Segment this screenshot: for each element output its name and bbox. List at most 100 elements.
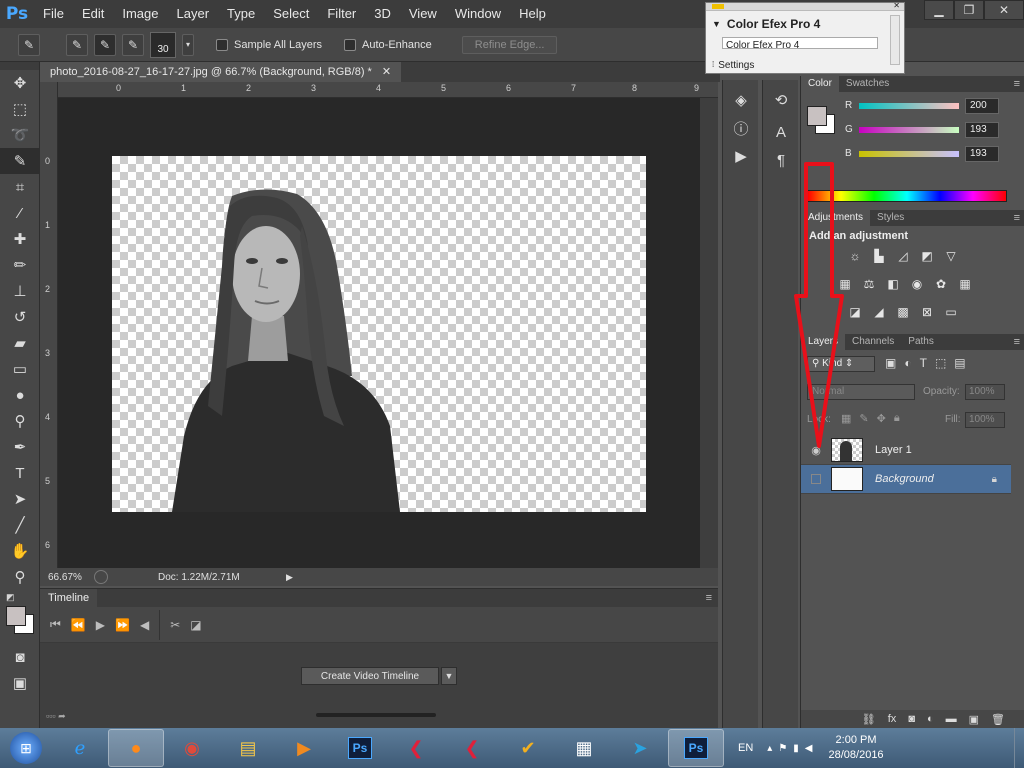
minimize-button[interactable]: ▁: [924, 0, 954, 20]
link-layers-icon[interactable]: ⛓: [862, 713, 876, 726]
efex-preset-field[interactable]: Color Efex Pro 4: [722, 37, 878, 49]
create-timeline-dropdown-icon[interactable]: ▼: [441, 667, 457, 685]
black-white-icon[interactable]: ◧: [883, 276, 903, 292]
tab-swatches[interactable]: Swatches: [839, 76, 896, 92]
adjustments-menu-icon[interactable]: ≡: [1014, 212, 1020, 224]
zoom-level[interactable]: 66.67%: [48, 572, 94, 583]
tab-channels[interactable]: Channels: [845, 334, 901, 350]
fill-field[interactable]: 100%: [965, 412, 1005, 428]
checklist-app-icon[interactable]: ✔: [500, 729, 556, 767]
app-icon-red-1[interactable]: ❮: [388, 729, 444, 767]
timeline-zoom-slider[interactable]: [316, 713, 436, 717]
dodge-tool-icon[interactable]: ⚲: [0, 408, 40, 434]
auto-enhance-checkbox[interactable]: [344, 38, 357, 51]
document-canvas[interactable]: [112, 156, 646, 512]
menu-image[interactable]: Image: [113, 0, 167, 28]
timeline-footer-icons[interactable]: ▫▫▫ ➦: [46, 711, 66, 722]
efex-scrollbar[interactable]: [890, 15, 900, 65]
levels-icon[interactable]: ▙: [869, 248, 889, 264]
actions-play-icon[interactable]: ▶: [723, 142, 759, 170]
layers-menu-icon[interactable]: ≡: [1014, 336, 1020, 348]
menu-help[interactable]: Help: [510, 0, 555, 28]
menu-select[interactable]: Select: [264, 0, 318, 28]
show-desktop-button[interactable]: [1014, 728, 1024, 768]
brush-size-dropdown-icon[interactable]: ▾: [182, 33, 194, 56]
blue-slider[interactable]: B 193: [845, 145, 999, 162]
history-icon[interactable]: ⟲: [763, 86, 799, 114]
split-scissors-icon[interactable]: ✂: [170, 618, 180, 632]
timeline-tab[interactable]: Timeline: [40, 589, 98, 607]
firefox-icon[interactable]: ●: [108, 729, 164, 767]
color-lookup-icon[interactable]: ▦: [955, 276, 975, 292]
menu-file[interactable]: File: [34, 0, 73, 28]
media-player-icon[interactable]: ▶: [276, 729, 332, 767]
filter-pixel-icon[interactable]: ▣: [885, 356, 896, 370]
brush-tool-icon[interactable]: ✏: [0, 252, 40, 278]
menu-filter[interactable]: Filter: [318, 0, 365, 28]
layer-name[interactable]: Layer 1: [875, 444, 912, 456]
add-mask-icon[interactable]: ◙: [908, 713, 915, 725]
tab-styles[interactable]: Styles: [870, 210, 911, 226]
type-tool-icon[interactable]: T: [0, 460, 40, 486]
zoom-tool-icon[interactable]: ⚲: [0, 564, 40, 590]
next-frame-icon[interactable]: ⏩: [115, 618, 130, 632]
refine-edge-button[interactable]: Refine Edge...: [461, 35, 558, 54]
new-layer-icon[interactable]: ▣: [969, 713, 979, 726]
layer-name[interactable]: Background: [875, 473, 934, 485]
curves-icon[interactable]: ◿: [893, 248, 913, 264]
close-button[interactable]: ✕: [984, 0, 1024, 20]
layer-style-fx-icon[interactable]: fx: [888, 713, 897, 725]
panel-foreground-swatch[interactable]: [807, 106, 827, 126]
menu-window[interactable]: Window: [446, 0, 510, 28]
restore-button[interactable]: ❐: [954, 0, 984, 20]
photo-filter-icon[interactable]: ◉: [907, 276, 927, 292]
pen-tool-icon[interactable]: ✒: [0, 434, 40, 460]
channel-mixer-icon[interactable]: ✿: [931, 276, 951, 292]
move-tool-icon[interactable]: ✥: [0, 70, 40, 96]
quick-selection-tool-icon[interactable]: ✎: [0, 148, 40, 174]
filter-adjustment-icon[interactable]: ◐: [904, 356, 911, 370]
blue-value[interactable]: 193: [965, 145, 999, 162]
new-selection-icon[interactable]: ✎: [66, 33, 88, 56]
histogram-icon[interactable]: ◈: [723, 86, 759, 114]
tab-color[interactable]: Color: [801, 76, 839, 92]
canvas-vertical-scrollbar[interactable]: [700, 98, 718, 568]
status-options-icon[interactable]: [94, 570, 108, 584]
posterize-icon[interactable]: ◢: [869, 304, 889, 320]
color-balance-icon[interactable]: ⚖: [859, 276, 879, 292]
close-document-icon[interactable]: ✕: [382, 62, 391, 82]
efex-collapse-icon[interactable]: ▼: [712, 19, 721, 29]
filter-smart-object-icon[interactable]: ▤: [954, 356, 965, 370]
vibrance-icon[interactable]: ▽: [941, 248, 961, 264]
lock-position-icon[interactable]: ✥: [877, 412, 886, 425]
menu-3d[interactable]: 3D: [365, 0, 400, 28]
lock-all-icon[interactable]: 🔒︎: [894, 412, 900, 425]
clone-stamp-tool-icon[interactable]: ⊥: [0, 278, 40, 304]
exposure-icon[interactable]: ◩: [917, 248, 937, 264]
green-slider[interactable]: G 193: [845, 121, 999, 138]
tab-paths[interactable]: Paths: [901, 334, 941, 350]
efex-settings-link[interactable]: Settings: [718, 60, 754, 71]
photoshop-taskbar-icon[interactable]: Ps: [332, 729, 388, 767]
create-video-timeline-button[interactable]: Create Video Timeline: [301, 667, 439, 685]
tray-network-icon[interactable]: ▮: [793, 743, 799, 754]
transition-icon[interactable]: ◪: [190, 618, 201, 632]
telegram-icon[interactable]: ➤: [612, 729, 668, 767]
layer-visibility-toggle[interactable]: [801, 474, 831, 484]
play-icon[interactable]: ▶: [96, 618, 105, 632]
quick-selection-tool-preset-icon[interactable]: ✎: [18, 33, 40, 56]
start-button[interactable]: ⊞: [0, 729, 52, 767]
first-frame-icon[interactable]: ⏮: [50, 617, 61, 632]
quick-mask-icon[interactable]: ◙: [0, 644, 40, 670]
color-swatches[interactable]: ◩: [0, 590, 39, 644]
character-icon[interactable]: A: [763, 118, 799, 146]
lasso-tool-icon[interactable]: ➰: [0, 122, 40, 148]
selective-color-icon[interactable]: ⊠: [917, 304, 937, 320]
language-indicator[interactable]: EN: [738, 742, 753, 754]
brush-size-picker[interactable]: 30: [150, 31, 176, 58]
tray-expand-icon[interactable]: ▴: [767, 743, 772, 754]
menu-edit[interactable]: Edit: [73, 0, 113, 28]
info-icon[interactable]: ⓘ: [723, 114, 759, 142]
chrome-icon[interactable]: ◉: [164, 729, 220, 767]
path-selection-tool-icon[interactable]: ➤: [0, 486, 40, 512]
